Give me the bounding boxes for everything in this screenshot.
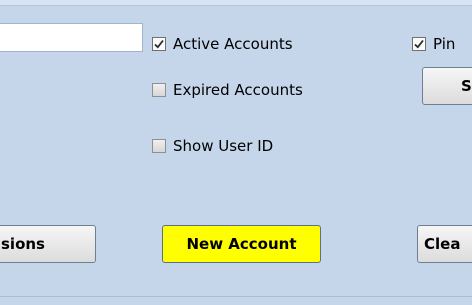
new-account-button-label: New Account [186, 235, 297, 253]
active-accounts-checkbox[interactable] [152, 37, 166, 51]
partial-right-button[interactable]: S [422, 67, 472, 105]
pin-label: Pin [433, 35, 456, 53]
checkmark-icon [414, 39, 424, 49]
pin-checkbox[interactable] [412, 37, 426, 51]
pin-option[interactable]: Pin [412, 35, 455, 53]
permissions-button[interactable]: sions [0, 225, 96, 263]
new-account-button[interactable]: New Account [162, 225, 321, 263]
active-accounts-label: Active Accounts [173, 35, 293, 53]
expired-accounts-checkbox[interactable] [152, 83, 166, 97]
show-user-id-label: Show User ID [173, 137, 274, 155]
show-user-id-option[interactable]: Show User ID [152, 137, 273, 155]
partial-right-button-label: S [461, 77, 472, 95]
top-edge [0, 0, 472, 6]
show-user-id-checkbox[interactable] [152, 139, 166, 153]
clear-button[interactable]: Clea [417, 225, 472, 263]
active-accounts-option[interactable]: Active Accounts [152, 35, 293, 53]
clear-button-label: Clea [424, 235, 461, 253]
expired-accounts-option[interactable]: Expired Accounts [152, 81, 303, 99]
permissions-button-label: sions [1, 235, 45, 253]
search-input[interactable] [0, 23, 143, 52]
checkmark-icon [154, 39, 164, 49]
expired-accounts-label: Expired Accounts [173, 81, 303, 99]
